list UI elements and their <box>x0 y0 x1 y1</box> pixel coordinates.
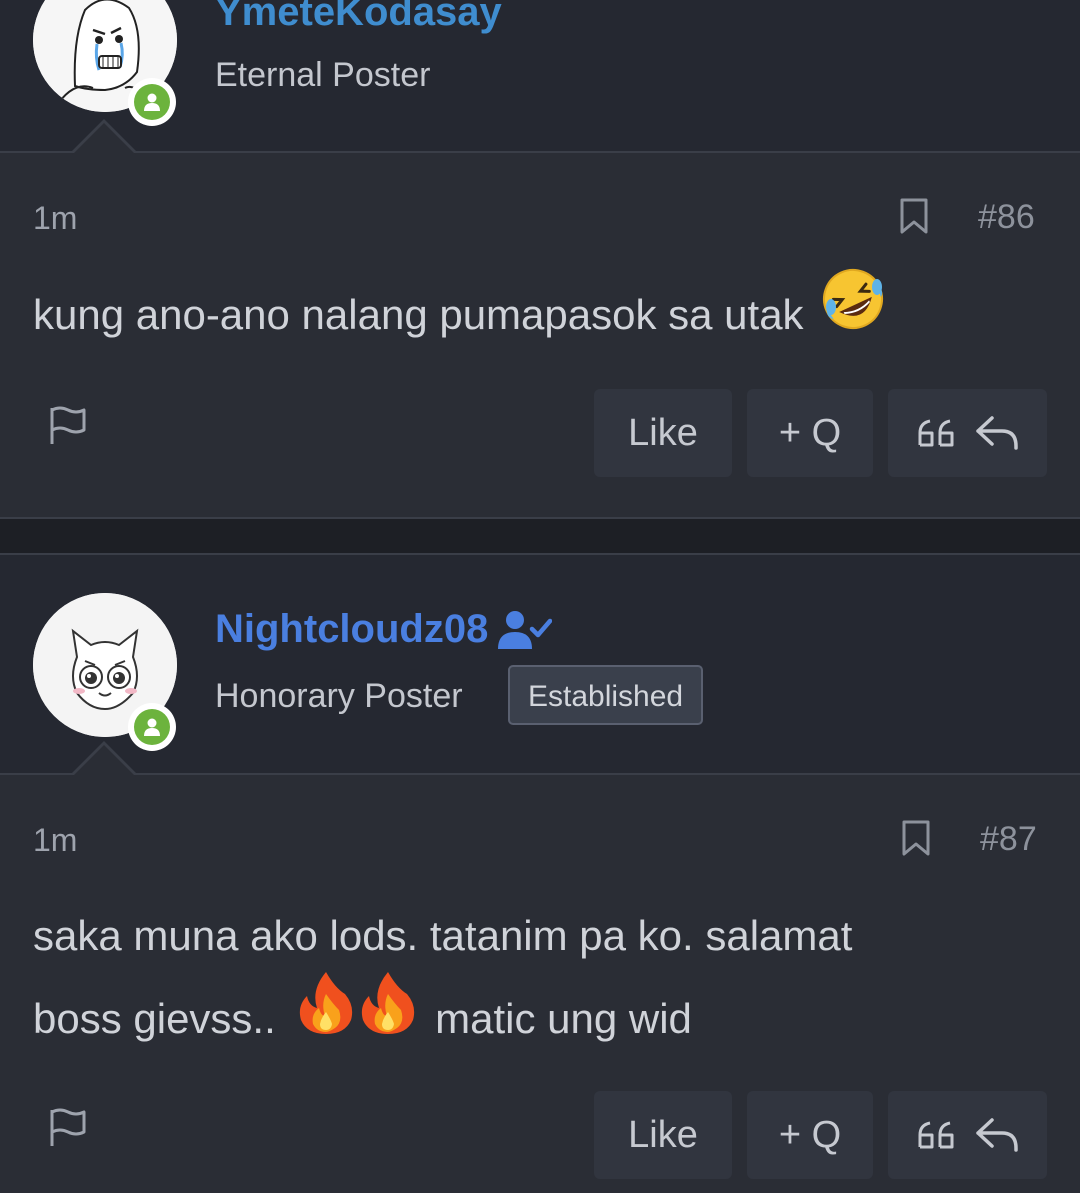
post-body: saka muna ako lods. tatanim pa ko. salam… <box>33 896 1033 1068</box>
multi-quote-button[interactable]: + Q <box>747 1091 873 1179</box>
quote-icon <box>916 417 958 449</box>
like-button[interactable]: Like <box>594 1091 732 1179</box>
like-button[interactable]: Like <box>594 389 732 477</box>
post-number[interactable]: #87 <box>980 820 1037 859</box>
username-link[interactable]: YmeteKodasay <box>215 0 502 35</box>
reply-arrow-icon <box>974 1116 1020 1154</box>
quote-icon <box>916 1119 958 1151</box>
reply-button[interactable] <box>888 389 1047 477</box>
fire-emoji <box>357 970 419 1062</box>
online-status-icon <box>128 703 176 751</box>
report-flag-icon[interactable] <box>48 404 88 451</box>
bookmark-icon[interactable] <box>899 197 929 240</box>
multi-quote-button[interactable]: + Q <box>747 389 873 477</box>
reply-arrow-icon <box>974 414 1020 452</box>
report-flag-icon[interactable] <box>48 1106 88 1153</box>
post-number[interactable]: #86 <box>978 198 1035 237</box>
verified-user-icon <box>498 609 553 651</box>
user-banner-badge: Established <box>508 665 704 725</box>
online-status-icon <box>128 78 176 126</box>
post-timestamp[interactable]: 1m <box>33 822 77 859</box>
user-title: Eternal Poster <box>215 56 431 94</box>
post-body: kung ano-ano nalang pumapasok sa utak <box>33 269 885 363</box>
post-timestamp[interactable]: 1m <box>33 200 77 237</box>
username-link[interactable]: Nightcloudz08 <box>215 607 553 652</box>
post-87: Nightcloudz08 Honorary Poster Establishe… <box>0 555 1080 1193</box>
bookmark-icon[interactable] <box>901 819 931 862</box>
reply-button[interactable] <box>888 1091 1047 1179</box>
post-separator <box>0 517 1080 555</box>
user-title: Honorary Poster <box>215 677 463 715</box>
fire-emoji <box>295 970 357 1062</box>
post-86: YmeteKodasay Eternal Poster 1m #86 kung … <box>0 0 1080 517</box>
rolling-laughing-emoji <box>821 267 885 357</box>
